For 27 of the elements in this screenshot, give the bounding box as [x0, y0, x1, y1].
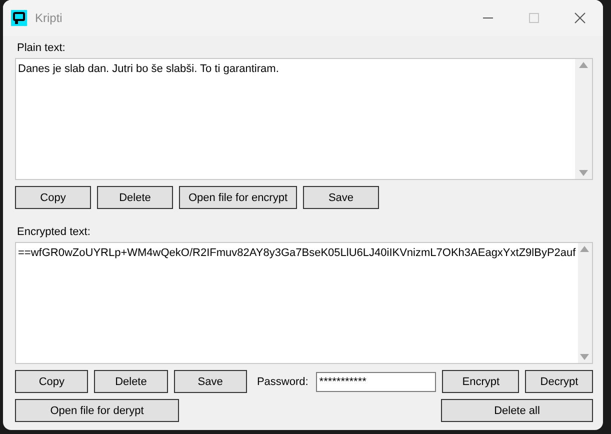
scroll-down-icon[interactable]: [579, 170, 588, 176]
window-title: Kripti: [35, 11, 64, 25]
encrypted-text-area[interactable]: ==wfGR0wZoUYRLp+WM4wQekO/R2IFmuv82AY8y3Ga7BseK05LlU6LJ40iIKVnizmL7OKh3AEagxYxtZ9lByP2auf: [15, 242, 593, 364]
password-label: Password:: [256, 376, 308, 388]
scrollbar[interactable]: [578, 243, 592, 363]
text-content: ==wfGR0wZoUYRLp+WM4wQekO/R2IFmuv82AY8y3Ga7BseK05LlU6LJ40iIKVnizmL7OKh3AEagxYxtZ9lByP2auf: [17, 246, 577, 261]
text-content: Danes je slab dan. Jutri bo še slabši. To ti garantiram.: [17, 62, 280, 77]
delete-all-button[interactable]: Delete all: [441, 399, 593, 422]
password-field[interactable]: ***********: [316, 372, 436, 392]
copy-button[interactable]: Copy: [15, 370, 88, 393]
open-file-button[interactable]: Open file for derypt: [15, 399, 179, 422]
decrypt-button[interactable]: Decrypt: [525, 370, 593, 393]
app-icon: [11, 10, 27, 26]
encrypted-text-label: Encrypted text:: [17, 226, 92, 240]
scroll-down-icon[interactable]: [580, 354, 590, 360]
scroll-up-icon[interactable]: [579, 62, 588, 68]
plain-text-label: Plain text:: [17, 42, 66, 56]
open-file-button[interactable]: Open file for encrypt: [179, 186, 297, 209]
scroll-up-icon[interactable]: [580, 246, 590, 252]
scrollbar[interactable]: [575, 59, 592, 179]
encrypt-button[interactable]: Encrypt: [442, 370, 520, 393]
plain-text-area[interactable]: Danes je slab dan. Jutri bo še slabši. To ti garantiram.: [15, 58, 593, 180]
save-button[interactable]: Save: [174, 370, 247, 393]
delete-button[interactable]: Delete: [97, 186, 173, 209]
delete-button[interactable]: Delete: [94, 370, 168, 393]
save-button[interactable]: Save: [303, 186, 379, 209]
copy-button[interactable]: Copy: [15, 186, 91, 209]
